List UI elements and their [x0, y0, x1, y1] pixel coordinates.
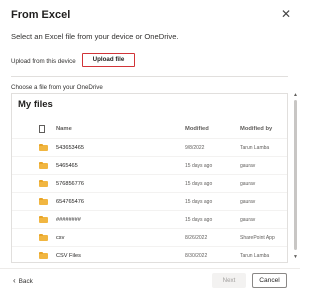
row-modified-by: gaurav: [240, 217, 256, 223]
scroll-down-arrow-icon[interactable]: ▼: [293, 254, 298, 260]
row-name[interactable]: 654765476: [56, 193, 176, 211]
upload-file-button[interactable]: Upload file: [82, 53, 135, 67]
folder-icon: [39, 161, 48, 169]
upload-label: Upload from this device: [11, 58, 76, 65]
onedrive-files-panel: My files Name Modified Modified by 54365…: [11, 93, 288, 263]
from-excel-dialog: From Excel ✕ Select an Excel file from y…: [0, 0, 300, 300]
header-modified-by[interactable]: Modified by: [240, 120, 286, 138]
table-row[interactable]: CSV Files 8/30/2022 Tarun Lamba: [12, 246, 287, 262]
row-modified-by: gaurav: [240, 199, 256, 205]
header-name[interactable]: Name: [56, 120, 176, 138]
row-name[interactable]: 543653465: [56, 139, 176, 157]
table-row[interactable]: ######## 15 days ago gaurav: [12, 210, 287, 228]
file-icon: [39, 125, 45, 133]
row-name[interactable]: CSV Files: [56, 247, 176, 262]
back-button[interactable]: ‹ Back: [13, 276, 33, 285]
close-icon[interactable]: ✕: [279, 7, 293, 21]
row-name[interactable]: ########: [56, 211, 176, 229]
cancel-button[interactable]: Cancel: [252, 273, 287, 288]
dialog-title: From Excel: [11, 9, 71, 21]
folder-icon: [39, 233, 48, 241]
table-row[interactable]: 654765476 15 days ago gaurav: [12, 192, 287, 210]
table-row[interactable]: 576856776 15 days ago gaurav: [12, 174, 287, 192]
row-modified-by: Tarun Lamba: [240, 145, 270, 151]
row-name[interactable]: csv: [56, 229, 176, 247]
row-name[interactable]: 576856776: [56, 175, 176, 193]
dialog-subtitle: Select an Excel file from your device or…: [11, 32, 179, 41]
divider: [11, 76, 288, 77]
row-modified-by: gaurav: [240, 163, 256, 169]
scroll-up-arrow-icon[interactable]: ▲: [293, 92, 298, 98]
row-modified-by: SharePoint App: [240, 235, 275, 241]
next-button[interactable]: Next: [212, 273, 246, 288]
folder-icon: [39, 251, 48, 259]
footer-divider: [0, 268, 300, 269]
scrollbar-thumb[interactable]: [294, 100, 297, 250]
files-title: My files: [18, 99, 53, 110]
row-modified-by: Tarun Lamba: [240, 253, 270, 259]
back-label: Back: [18, 278, 33, 285]
folder-icon: [39, 215, 48, 223]
folder-icon: [39, 197, 48, 205]
table-header: Name Modified Modified by: [12, 120, 287, 138]
folder-icon: [39, 179, 48, 187]
row-name[interactable]: 5465465: [56, 157, 176, 175]
row-modified-by: gaurav: [240, 181, 256, 187]
chevron-left-icon: ‹: [13, 276, 16, 285]
table-row[interactable]: csv 8/26/2022 SharePoint App: [12, 228, 287, 246]
choose-onedrive-label: Choose a file from your OneDrive: [11, 84, 103, 91]
folder-icon: [39, 143, 48, 151]
table-row[interactable]: 543653465 9/8/2022 Tarun Lamba: [12, 138, 287, 156]
table-row[interactable]: 5465465 15 days ago gaurav: [12, 156, 287, 174]
